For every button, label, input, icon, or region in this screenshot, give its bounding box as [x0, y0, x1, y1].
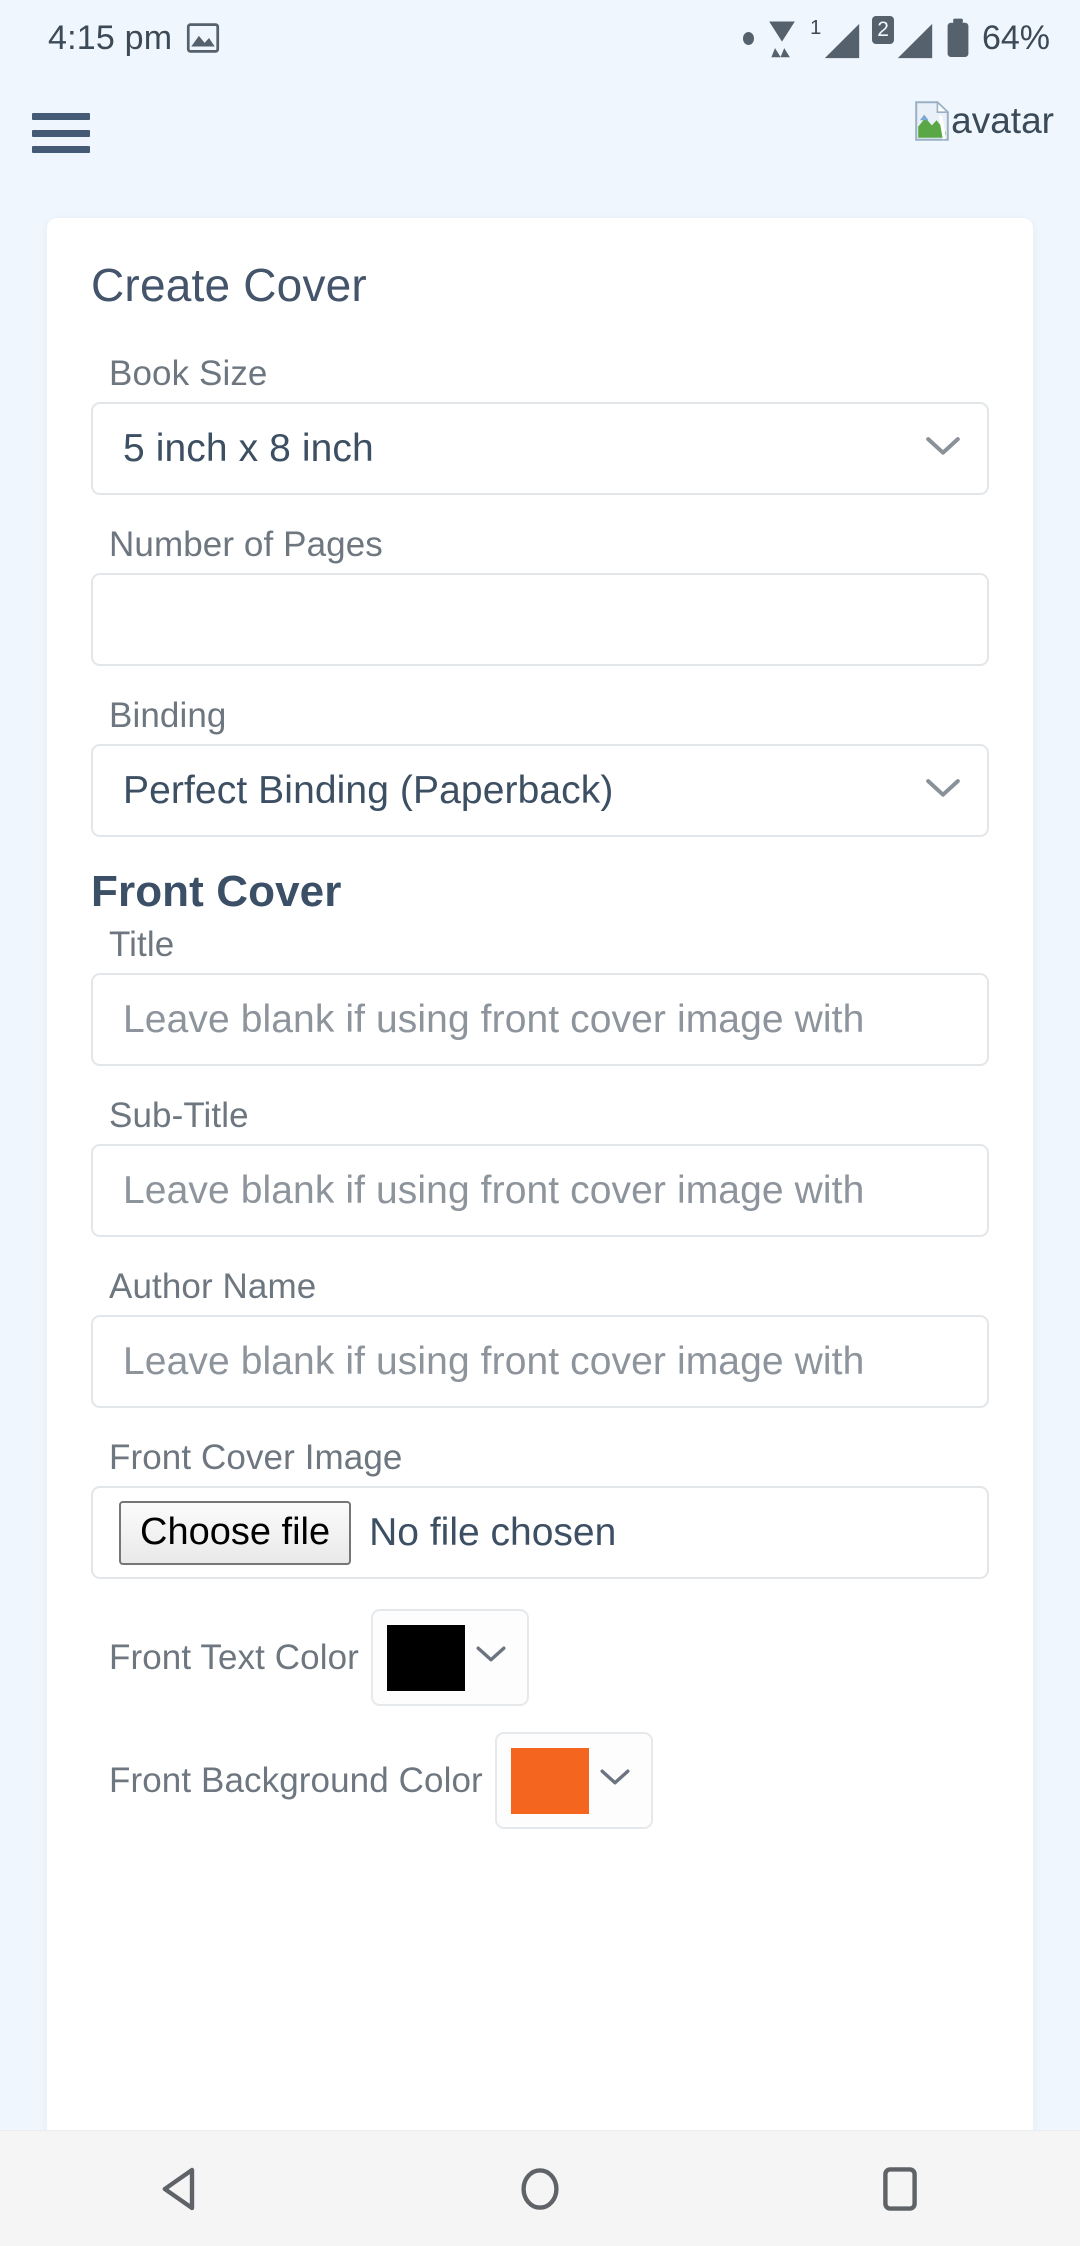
battery-percentage: 64%: [981, 18, 1050, 57]
front-title-label: Title: [109, 925, 175, 964]
number-of-pages-label: Number of Pages: [109, 525, 383, 564]
field-front-background-color: Front Background Color: [91, 1732, 989, 1829]
sim1-label: 1: [810, 17, 822, 39]
sim2-label: 2: [872, 16, 894, 44]
page-title: Create Cover: [91, 259, 367, 311]
binding-select[interactable]: Perfect Binding (Paperback): [91, 744, 989, 837]
back-triangle-icon[interactable]: [120, 2131, 240, 2246]
avatar[interactable]: avatar: [915, 100, 1054, 142]
chevron-down-icon: [925, 777, 961, 804]
field-front-text-color: Front Text Color: [91, 1609, 989, 1706]
front-text-color-swatch: [386, 1624, 465, 1691]
front-title-input[interactable]: Leave blank if using front cover image w…: [91, 973, 989, 1066]
hamburger-bar: [32, 129, 90, 137]
field-binding: Binding Perfect Binding (Paperback): [91, 696, 989, 837]
status-bar-clock: 4:15 pm: [48, 18, 173, 57]
author-name-input[interactable]: Leave blank if using front cover image w…: [91, 1315, 989, 1408]
front-title-placeholder: Leave blank if using front cover image w…: [123, 997, 865, 1041]
front-subtitle-input[interactable]: Leave blank if using front cover image w…: [91, 1144, 989, 1237]
front-cover-image-file-input[interactable]: Choose file No file chosen: [91, 1486, 989, 1579]
field-front-cover-image: Front Cover Image Choose file No file ch…: [91, 1438, 989, 1579]
file-status-text: No file chosen: [369, 1510, 617, 1554]
avatar-alt-text: avatar: [951, 100, 1054, 141]
recents-square-icon[interactable]: [840, 2131, 960, 2246]
number-of-pages-input[interactable]: [91, 573, 989, 666]
field-book-size: Book Size 5 inch x 8 inch: [91, 354, 989, 495]
choose-file-button[interactable]: Choose file: [119, 1500, 352, 1565]
front-cover-section-title: Front Cover: [91, 867, 342, 916]
image-icon: [186, 23, 220, 53]
dot-indicator-icon: [743, 31, 755, 45]
hamburger-menu-icon[interactable]: [32, 110, 90, 156]
author-name-label: Author Name: [109, 1267, 317, 1306]
chevron-down-icon: [925, 435, 961, 462]
front-text-color-picker[interactable]: [370, 1609, 529, 1706]
front-cover-image-label: Front Cover Image: [109, 1438, 403, 1477]
front-text-color-label: Front Text Color: [109, 1637, 359, 1677]
front-background-color-swatch: [510, 1747, 589, 1814]
broken-image-icon: [915, 100, 950, 141]
field-front-title: Title Leave blank if using front cover i…: [91, 925, 989, 1066]
status-bar-right: 1 2 64%: [743, 16, 1050, 60]
battery-icon: [945, 17, 971, 59]
wifi-icon: [763, 16, 801, 60]
book-size-value: 5 inch x 8 inch: [123, 426, 374, 470]
chevron-down-icon: [599, 1768, 631, 1793]
front-subtitle-label: Sub-Title: [109, 1096, 249, 1135]
binding-label: Binding: [109, 696, 227, 735]
home-circle-icon[interactable]: [480, 2131, 600, 2246]
hamburger-bar: [32, 146, 90, 153]
create-cover-card: Create Cover Book Size 5 inch x 8 inch N…: [47, 218, 1033, 2130]
field-number-of-pages: Number of Pages: [91, 525, 989, 666]
binding-value: Perfect Binding (Paperback): [123, 768, 614, 812]
front-subtitle-placeholder: Leave blank if using front cover image w…: [123, 1168, 865, 1212]
status-bar: 4:15 pm 1 2 64%: [0, 0, 1080, 76]
sim2-signal-icon: 2: [872, 16, 936, 59]
status-bar-left: 4:15 pm: [48, 19, 220, 58]
hamburger-bar: [32, 113, 90, 120]
field-front-subtitle: Sub-Title Leave blank if using front cov…: [91, 1096, 989, 1237]
phone-screen: 4:15 pm 1 2 64% avatar Create Cover Book…: [0, 0, 1080, 2246]
book-size-label: Book Size: [109, 354, 268, 393]
front-background-color-label: Front Background Color: [109, 1760, 483, 1800]
sim1-signal-icon: 1: [810, 17, 863, 59]
content-area: Create Cover Book Size 5 inch x 8 inch N…: [0, 190, 1080, 2130]
chevron-down-icon: [475, 1645, 507, 1670]
author-name-placeholder: Leave blank if using front cover image w…: [123, 1339, 865, 1383]
field-author-name: Author Name Leave blank if using front c…: [91, 1267, 989, 1408]
book-size-select[interactable]: 5 inch x 8 inch: [91, 402, 989, 495]
front-background-color-picker[interactable]: [494, 1732, 653, 1829]
app-header: avatar: [0, 76, 1080, 190]
android-nav-bar: [0, 2130, 1080, 2246]
